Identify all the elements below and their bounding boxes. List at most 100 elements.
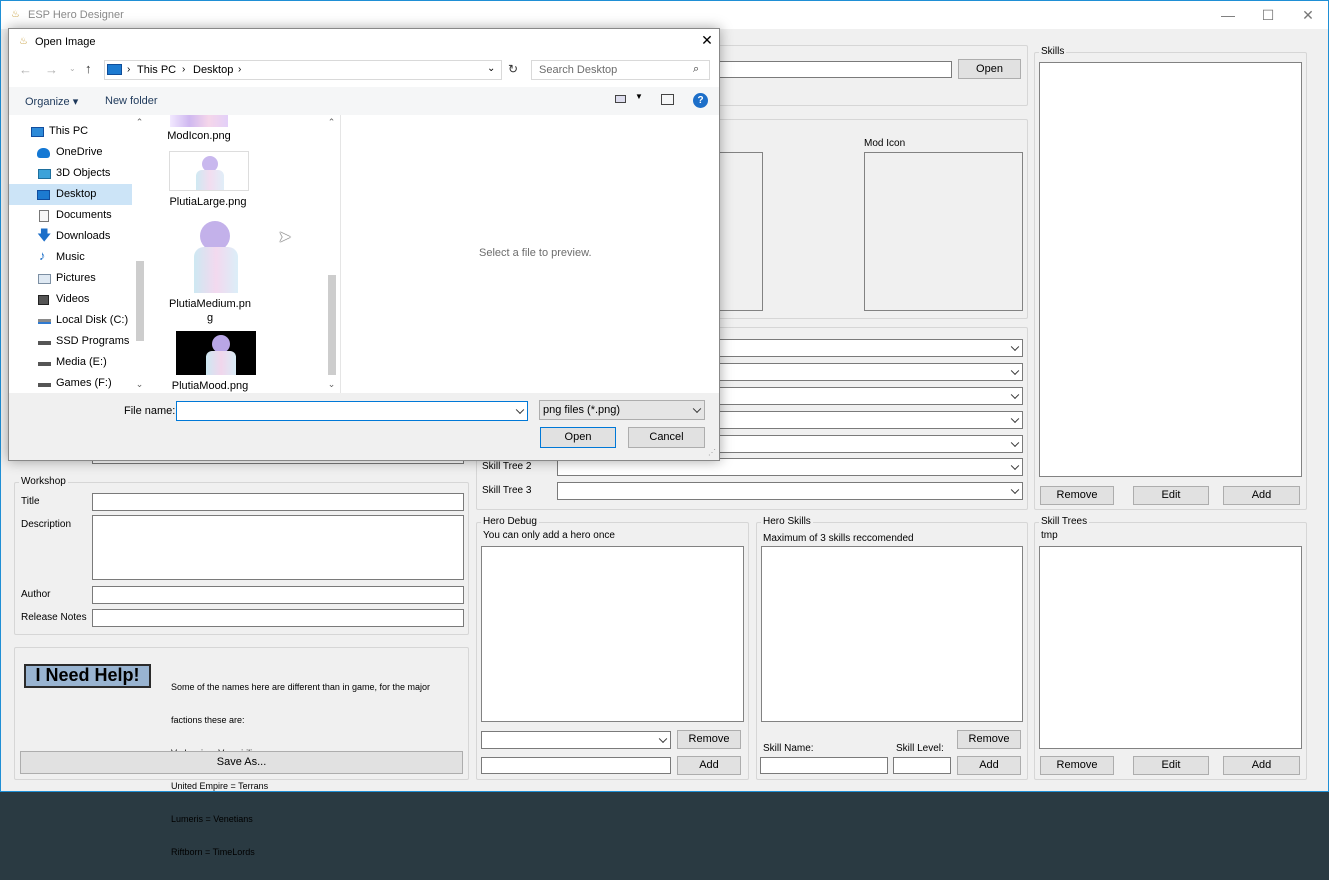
scroll-up-icon[interactable]: ⌃ (325, 117, 338, 128)
nav-item-documents[interactable]: Documents (9, 205, 132, 226)
property-dropdown-2[interactable] (713, 363, 1023, 381)
forward-arrow-icon[interactable]: → (45, 62, 58, 77)
scroll-down-icon[interactable]: ⌄ (325, 379, 338, 390)
skill-name-field[interactable] (760, 757, 888, 774)
chevron-down-icon (1010, 461, 1020, 471)
up-arrow-icon[interactable]: ↑ (85, 61, 92, 76)
file-list: ModIcon.png PlutiaLarge.png PlutiaMedium… (148, 115, 324, 393)
skill-tree-3-dropdown[interactable] (557, 482, 1023, 500)
preview-pane-icon[interactable] (661, 94, 674, 105)
nav-item-this-pc[interactable]: This PC (9, 121, 132, 142)
skills-edit-button[interactable]: Edit (1133, 486, 1209, 505)
minimize-button[interactable]: — (1209, 4, 1247, 26)
mod-file-open-button[interactable]: Open (958, 59, 1021, 79)
nav-item-media[interactable]: Media (E:) (9, 352, 132, 373)
skill-trees-edit-button[interactable]: Edit (1133, 756, 1209, 775)
hero-debug-remove-button[interactable]: Remove (677, 730, 741, 749)
hero-skills-add-button[interactable]: Add (957, 756, 1021, 775)
nav-item-local-disk[interactable]: Local Disk (C:) (9, 310, 132, 331)
breadcrumb-this-pc[interactable]: This PC (137, 61, 176, 79)
nav-scrollbar[interactable]: ⌃ ⌄ (133, 115, 147, 393)
nav-item-music[interactable]: ♪ Music (9, 247, 132, 268)
skills-list[interactable] (1039, 62, 1302, 477)
dialog-cancel-button[interactable]: Cancel (628, 427, 705, 448)
nav-scroll-thumb[interactable] (136, 261, 144, 341)
file-item-plutia-mood[interactable]: PlutiaMood.png (158, 331, 262, 393)
view-options-icon[interactable] (615, 95, 626, 103)
close-button[interactable]: ✕ (1289, 4, 1327, 26)
faction-note-line: United Empire = Terrans (171, 781, 269, 791)
property-dropdown-4[interactable] (713, 411, 1023, 429)
property-dropdown-1[interactable] (713, 339, 1023, 357)
skill-trees-edit-label: Edit (1161, 759, 1181, 771)
help-button[interactable]: I Need Help! (24, 664, 151, 688)
workshop-description-field[interactable] (92, 515, 464, 580)
hero-debug-field[interactable] (481, 757, 671, 774)
help-icon[interactable]: ? (693, 93, 708, 108)
scroll-down-icon[interactable]: ⌄ (133, 379, 146, 390)
pc-icon (107, 64, 122, 75)
file-list-scroll-thumb[interactable] (328, 275, 336, 375)
file-type-select[interactable]: png files (*.png) (539, 400, 705, 420)
property-dropdown-5[interactable] (713, 435, 1023, 453)
breadcrumb-desktop[interactable]: Desktop (193, 61, 233, 79)
hero-skills-list[interactable] (761, 546, 1023, 722)
workshop-author-field[interactable] (92, 586, 464, 604)
organize-menu[interactable]: Organize ▾ (25, 95, 78, 108)
dialog-close-button[interactable]: ✕ (699, 32, 715, 49)
workshop-title-label: Title (21, 496, 40, 507)
address-dropdown-icon[interactable]: ⌄ (487, 60, 495, 78)
hero-debug-list[interactable] (481, 546, 744, 722)
view-dropdown-icon[interactable]: ▼ (635, 92, 643, 101)
maximize-button[interactable]: ☐ (1249, 4, 1287, 26)
skill-level-field[interactable] (893, 757, 951, 774)
nav-item-onedrive[interactable]: OneDrive (9, 142, 132, 163)
address-bar[interactable]: › This PC › Desktop › ⌄ (104, 60, 502, 80)
plutia-medium-thumbnail (186, 215, 248, 295)
refresh-icon[interactable]: ↻ (508, 62, 518, 76)
nav-item-videos[interactable]: Videos (9, 289, 132, 310)
nav-item-pictures[interactable]: Pictures (9, 268, 132, 289)
nav-label: Desktop (56, 188, 97, 200)
skills-add-button[interactable]: Add (1223, 486, 1300, 505)
save-as-button[interactable]: Save As... (20, 751, 463, 774)
skill-trees-add-button[interactable]: Add (1223, 756, 1300, 775)
scroll-up-icon[interactable]: ⌃ (133, 117, 146, 128)
new-folder-button[interactable]: New folder (105, 95, 158, 107)
search-input[interactable]: Search Desktop (531, 60, 710, 80)
workshop-title-field[interactable] (92, 493, 464, 511)
hero-skills-remove-button[interactable]: Remove (957, 730, 1021, 749)
dialog-open-button[interactable]: Open (540, 427, 616, 448)
nav-item-3d-objects[interactable]: 3D Objects (9, 163, 132, 184)
breadcrumb-separator: › (238, 64, 242, 75)
property-dropdown-3[interactable] (713, 387, 1023, 405)
file-name-label: File name: (124, 405, 176, 417)
file-name: PlutiaMood.png (171, 380, 249, 392)
nav-item-games[interactable]: Games (F:) (9, 373, 132, 393)
cloud-icon (37, 148, 50, 158)
nav-item-downloads[interactable]: 🡇 Downloads (9, 226, 132, 247)
hero-debug-add-button[interactable]: Add (677, 756, 741, 775)
file-item-plutia-medium[interactable]: PlutiaMedium.pn g (158, 215, 262, 327)
desktop-icon (37, 190, 50, 200)
back-arrow-icon[interactable]: ← (19, 62, 32, 77)
nav-label: Documents (56, 209, 112, 221)
hero-debug-dropdown[interactable] (481, 731, 671, 749)
faction-note-line: Lumeris = Venetians (171, 814, 253, 824)
file-name-input[interactable] (176, 401, 528, 421)
app-title: ESP Hero Designer (28, 9, 124, 21)
mod-file-path-field[interactable] (713, 61, 952, 78)
nav-item-desktop[interactable]: Desktop (9, 184, 132, 205)
nav-item-ssd-programs[interactable]: SSD Programs (D (9, 331, 132, 352)
skill-trees-remove-button[interactable]: Remove (1040, 756, 1114, 775)
file-item-plutia-large[interactable]: PlutiaLarge.png (158, 151, 249, 209)
faction-note-line: Some of the names here are different tha… (171, 682, 430, 692)
skill-trees-list[interactable] (1039, 546, 1302, 749)
workshop-release-notes-field[interactable] (92, 609, 464, 627)
recent-dropdown-icon[interactable]: ⌄ (69, 64, 76, 73)
skills-remove-button[interactable]: Remove (1040, 486, 1114, 505)
resize-grip-icon[interactable]: ⋰ (708, 448, 716, 457)
chevron-down-icon (658, 734, 668, 744)
file-list-scrollbar[interactable]: ⌃ ⌄ (325, 115, 339, 393)
file-item-modicon[interactable]: ModIcon.png (158, 115, 240, 145)
